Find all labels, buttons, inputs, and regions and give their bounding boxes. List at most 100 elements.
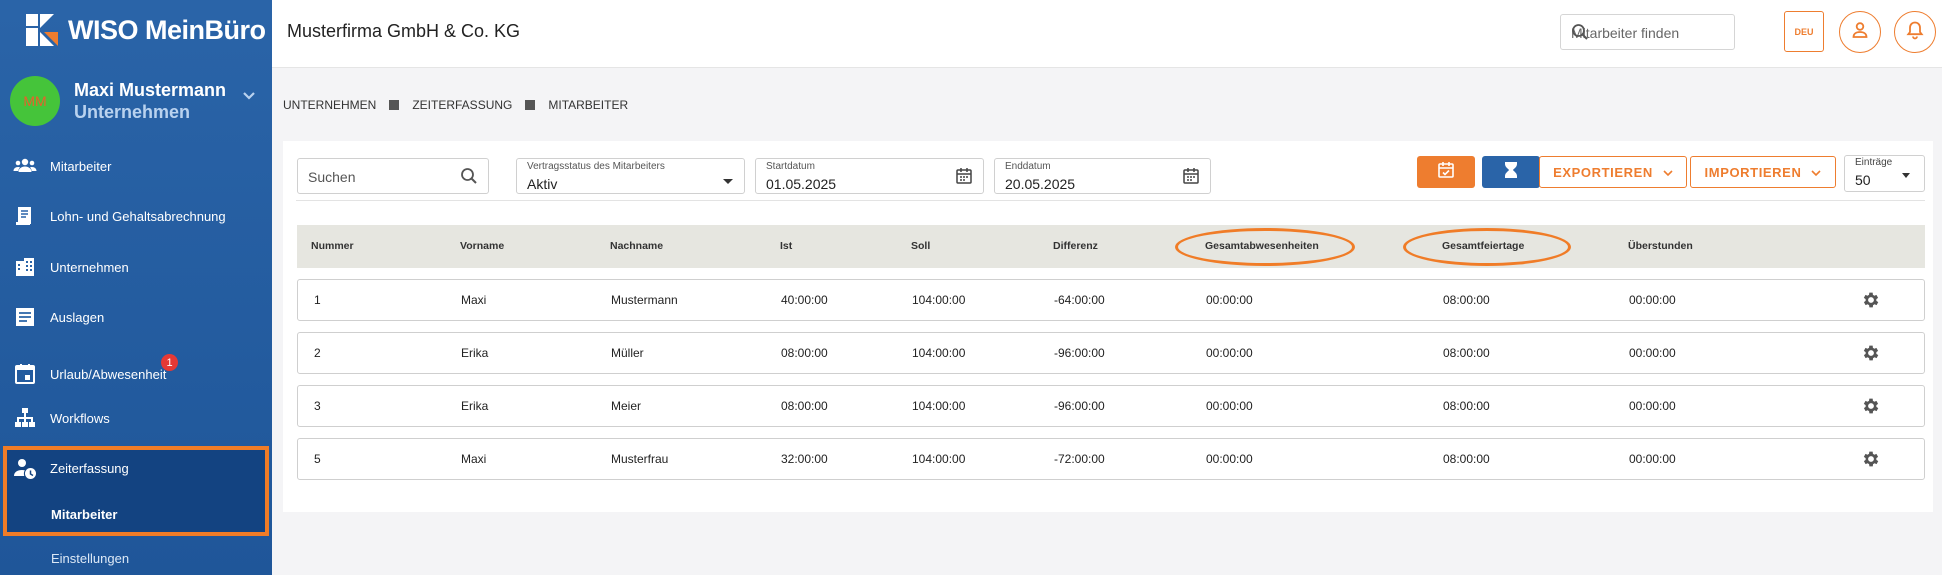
search-input[interactable]: Suchen xyxy=(297,158,489,194)
app-logo[interactable]: WISO MeinBüro xyxy=(24,10,266,50)
chevron-down-icon xyxy=(1811,165,1822,180)
sidebar-item-label: Workflows xyxy=(50,410,110,426)
search-icon[interactable] xyxy=(1571,23,1724,44)
sidebar-item-zeiterfassung[interactable]: Zeiterfassung xyxy=(0,448,272,488)
export-button[interactable]: EXPORTIEREN xyxy=(1539,156,1687,188)
sidebar-item-workflows[interactable]: Workflows xyxy=(0,398,272,438)
column-header[interactable]: Ist xyxy=(780,240,792,252)
cell-abwesenheiten: 00:00:00 xyxy=(1206,346,1253,360)
gear-icon[interactable] xyxy=(1861,343,1881,368)
table-row[interactable]: 2 Erika Müller 08:00:00 104:00:00 -96:00… xyxy=(297,332,1925,374)
calendar-icon[interactable] xyxy=(1182,167,1200,190)
divider xyxy=(296,200,1925,201)
cell-nachname: Mustermann xyxy=(611,293,678,307)
sidebar-item-auslagen[interactable]: Auslagen xyxy=(0,297,272,337)
cell-differenz: -64:00:00 xyxy=(1054,293,1105,307)
cell-nachname: Müller xyxy=(611,346,644,360)
employee-search-input[interactable]: Mitarbeiter finden xyxy=(1560,14,1735,50)
sidebar-subitem-mitarbeiter[interactable]: Mitarbeiter xyxy=(51,507,117,522)
table-row[interactable]: 1 Maxi Mustermann 40:00:00 104:00:00 -64… xyxy=(297,279,1925,321)
notifications-button[interactable] xyxy=(1894,11,1936,53)
breadcrumb-item[interactable]: UNTERNEHMEN xyxy=(283,98,376,112)
column-header[interactable]: Differenz xyxy=(1053,240,1098,252)
gear-icon[interactable] xyxy=(1861,290,1881,315)
cell-ist: 32:00:00 xyxy=(781,452,828,466)
sidebar-item-lohn[interactable]: Lohn- und Gehaltsabrechnung xyxy=(0,196,272,236)
document-icon xyxy=(13,204,37,228)
person-clock-icon xyxy=(13,456,37,480)
import-button[interactable]: IMPORTIEREN xyxy=(1690,156,1836,188)
breadcrumb-separator xyxy=(389,100,400,110)
highlight-oval xyxy=(1175,228,1355,266)
sidebar-item-label: Unternehmen xyxy=(50,259,129,275)
table-row[interactable]: 3 Erika Meier 08:00:00 104:00:00 -96:00:… xyxy=(297,385,1925,427)
calendar-check-icon xyxy=(1437,161,1455,184)
entries-label: Einträge xyxy=(1855,157,1893,168)
gear-icon[interactable] xyxy=(1861,449,1881,474)
cell-abwesenheiten: 00:00:00 xyxy=(1206,452,1253,466)
breadcrumb-item: MITARBEITER xyxy=(548,98,629,112)
column-header[interactable]: Überstunden xyxy=(1628,240,1693,252)
breadcrumb-item[interactable]: ZEITERFASSUNG xyxy=(412,98,512,112)
start-date-label: Startdatum xyxy=(766,161,815,172)
column-header[interactable]: Nummer xyxy=(311,240,354,252)
cell-ist: 08:00:00 xyxy=(781,399,828,413)
entries-per-page-select[interactable]: Einträge 50 xyxy=(1844,155,1925,192)
contract-status-select[interactable]: Vertragsstatus des Mitarbeiters Aktiv xyxy=(516,158,745,194)
caret-down-icon[interactable] xyxy=(722,173,734,191)
import-button-label: IMPORTIEREN xyxy=(1704,164,1802,180)
people-icon xyxy=(13,154,37,178)
sidebar-item-mitarbeiter[interactable]: Mitarbeiter xyxy=(0,146,272,186)
cell-feiertage: 08:00:00 xyxy=(1443,293,1490,307)
search-icon[interactable] xyxy=(460,167,478,190)
breadcrumb-separator xyxy=(525,100,536,110)
user-name: Maxi Mustermann xyxy=(74,79,227,100)
user-profile[interactable]: MM Maxi Mustermann Unternehmen xyxy=(10,74,265,128)
language-button[interactable]: DEU xyxy=(1784,11,1824,52)
logo-text: WISO MeinBüro xyxy=(68,14,266,45)
calendar-icon[interactable] xyxy=(955,167,973,190)
top-bar: Musterfirma GmbH & Co. KG Mitarbeiter fi… xyxy=(272,0,1942,68)
profile-button[interactable] xyxy=(1839,11,1881,53)
sidebar-item-label: Zeiterfassung xyxy=(50,460,129,476)
cell-differenz: -96:00:00 xyxy=(1054,399,1105,413)
cell-ueberstunden: 00:00:00 xyxy=(1629,452,1676,466)
cell-nummer: 2 xyxy=(314,346,321,360)
end-date-field[interactable]: Enddatum 20.05.2025 xyxy=(994,158,1211,194)
hourglass-icon xyxy=(1503,161,1519,184)
bell-icon xyxy=(1905,20,1925,45)
calendar-view-button[interactable] xyxy=(1417,156,1475,188)
cell-ueberstunden: 00:00:00 xyxy=(1629,399,1676,413)
end-date-label: Enddatum xyxy=(1005,161,1051,172)
column-header[interactable]: Nachname xyxy=(610,240,663,252)
logo-icon xyxy=(24,12,60,48)
table-header: Nummer Vorname Nachname Ist Soll Differe… xyxy=(297,225,1925,268)
cell-feiertage: 08:00:00 xyxy=(1443,346,1490,360)
cell-ist: 08:00:00 xyxy=(781,346,828,360)
cell-vorname: Maxi xyxy=(461,452,487,466)
cell-differenz: -96:00:00 xyxy=(1054,346,1105,360)
sidebar-item-label: Lohn- und Gehaltsabrechnung xyxy=(50,208,226,224)
cell-nachname: Musterfrau xyxy=(611,452,669,466)
receipt-icon xyxy=(13,305,37,329)
contract-status-value: Aktiv xyxy=(527,176,558,192)
cell-ist: 40:00:00 xyxy=(781,293,828,307)
table-row[interactable]: 5 Maxi Musterfrau 32:00:00 104:00:00 -72… xyxy=(297,438,1925,480)
building-icon xyxy=(13,255,37,279)
cell-soll: 104:00:00 xyxy=(912,346,966,360)
chevron-down-icon[interactable] xyxy=(239,86,259,106)
column-header[interactable]: Soll xyxy=(911,240,930,252)
start-date-field[interactable]: Startdatum 01.05.2025 xyxy=(755,158,984,194)
sidebar-item-unternehmen[interactable]: Unternehmen xyxy=(0,247,272,287)
cell-nummer: 5 xyxy=(314,452,321,466)
cell-abwesenheiten: 00:00:00 xyxy=(1206,293,1253,307)
cell-vorname: Maxi xyxy=(461,293,487,307)
sidebar-item-urlaub[interactable]: Urlaub/Abwesenheit xyxy=(0,354,272,394)
column-header[interactable]: Vorname xyxy=(460,240,504,252)
timer-view-button[interactable] xyxy=(1482,156,1540,188)
company-name: Musterfirma GmbH & Co. KG xyxy=(287,21,521,41)
workflow-icon xyxy=(13,406,37,430)
cell-ueberstunden: 00:00:00 xyxy=(1629,346,1676,360)
gear-icon[interactable] xyxy=(1861,396,1881,421)
sidebar-subitem-einstellungen[interactable]: Einstellungen xyxy=(51,551,129,566)
